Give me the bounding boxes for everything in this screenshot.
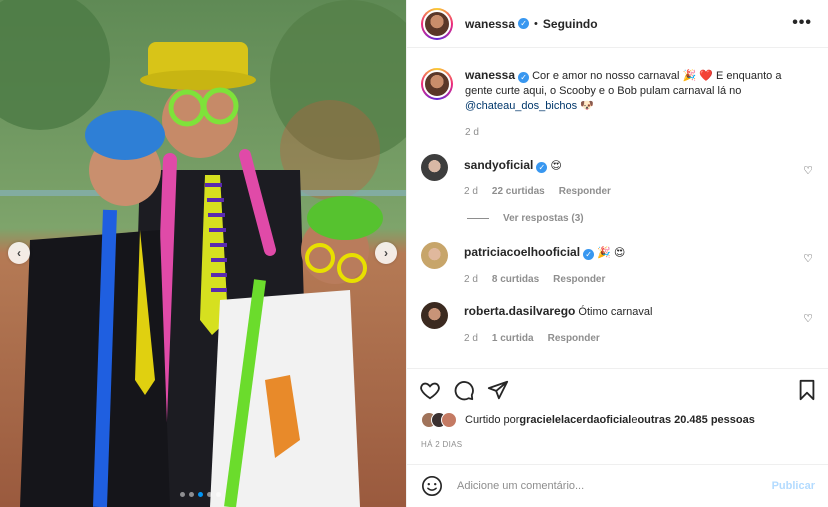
post-header: wanessa ✓ • Seguindo ••• bbox=[407, 0, 828, 48]
caption-avatar[interactable] bbox=[421, 68, 453, 100]
commenter-username[interactable]: patriciacoelhooficial bbox=[464, 245, 580, 259]
comment-likes[interactable]: 8 curtidas bbox=[492, 274, 539, 285]
comment-text: Ótimo carnaval bbox=[575, 306, 653, 318]
chevron-left-icon: ‹ bbox=[17, 246, 21, 260]
liked-by-user[interactable]: gracielelacerdaoficial bbox=[519, 414, 631, 426]
comment-like-heart-icon[interactable]: ♡ bbox=[803, 312, 813, 325]
more-options-icon[interactable]: ••• bbox=[792, 14, 812, 32]
bookmark-icon[interactable] bbox=[797, 379, 817, 401]
view-replies-label: Ver respostas (3) bbox=[503, 213, 584, 224]
add-comment-bar: Publicar bbox=[407, 464, 828, 507]
comment-text: 🎉 😍 bbox=[594, 247, 626, 259]
verified-icon: ✓ bbox=[518, 72, 530, 83]
view-replies-button[interactable]: Ver respostas (3) bbox=[467, 213, 815, 224]
caption-mention-link[interactable]: @chateau_dos_bichos bbox=[465, 100, 577, 112]
carousel-dot bbox=[207, 492, 212, 497]
comment-time[interactable]: 2 d bbox=[464, 186, 478, 197]
carousel-dots bbox=[180, 492, 221, 497]
follow-status-button[interactable]: Seguindo bbox=[543, 17, 598, 31]
heart-icon[interactable] bbox=[419, 379, 441, 401]
post-photo[interactable]: ‹ › bbox=[0, 0, 406, 507]
separator-dot: • bbox=[534, 17, 538, 30]
post-date[interactable]: HÁ 2 DIAS bbox=[421, 440, 462, 449]
comment-icon[interactable] bbox=[453, 379, 475, 401]
caption-time[interactable]: 2 d bbox=[465, 127, 479, 138]
post-details-panel: wanessa ✓ • Seguindo ••• wanessa ✓ Cor e … bbox=[406, 0, 828, 507]
liker-avatar[interactable] bbox=[441, 412, 457, 428]
liked-by-prefix: Curtido por bbox=[465, 414, 520, 426]
carousel-dot bbox=[189, 492, 194, 497]
commenter-avatar[interactable] bbox=[421, 242, 448, 269]
comment-item: roberta.dasilvarego Ótimo carnaval 2 d 1… bbox=[421, 302, 815, 344]
chevron-right-icon: › bbox=[384, 246, 388, 260]
liked-by-others[interactable]: outras 20.485 pessoas bbox=[637, 414, 754, 426]
share-icon[interactable] bbox=[487, 379, 509, 401]
replies-line bbox=[467, 218, 489, 219]
prev-photo-button[interactable]: ‹ bbox=[8, 242, 30, 264]
reply-button[interactable]: Responder bbox=[553, 274, 605, 285]
comment-like-heart-icon[interactable]: ♡ bbox=[803, 252, 813, 265]
commenter-avatar[interactable] bbox=[421, 154, 448, 181]
comment-time[interactable]: 2 d bbox=[464, 333, 478, 344]
reply-button[interactable]: Responder bbox=[559, 186, 611, 197]
author-username[interactable]: wanessa bbox=[465, 17, 515, 31]
caption: wanessa ✓ Cor e amor no nosso carnaval 🎉 … bbox=[421, 68, 815, 138]
liked-by: Curtido por gracielelacerdaoficial e out… bbox=[421, 412, 755, 428]
liker-avatars bbox=[421, 412, 457, 428]
comments-list: wanessa ✓ Cor e amor no nosso carnaval 🎉 … bbox=[407, 56, 828, 364]
comment-like-heart-icon[interactable]: ♡ bbox=[803, 164, 813, 177]
reply-button[interactable]: Responder bbox=[548, 333, 600, 344]
comment-likes[interactable]: 1 curtida bbox=[492, 333, 534, 344]
comment-input[interactable] bbox=[457, 480, 772, 492]
verified-icon: ✓ bbox=[583, 249, 595, 260]
post-actions bbox=[407, 368, 828, 408]
author-avatar[interactable] bbox=[421, 7, 453, 40]
verified-icon: ✓ bbox=[518, 18, 530, 29]
carousel-dot-active bbox=[198, 492, 203, 497]
carousel-dot bbox=[216, 492, 221, 497]
carousel-dot bbox=[180, 492, 185, 497]
commenter-username[interactable]: sandyoficial bbox=[464, 158, 533, 172]
emoji-icon[interactable] bbox=[421, 475, 443, 497]
commenter-username[interactable]: roberta.dasilvarego bbox=[464, 304, 575, 318]
publish-button[interactable]: Publicar bbox=[772, 480, 815, 492]
next-photo-button[interactable]: › bbox=[375, 242, 397, 264]
caption-author[interactable]: wanessa bbox=[465, 68, 515, 82]
comment-time[interactable]: 2 d bbox=[464, 274, 478, 285]
commenter-avatar[interactable] bbox=[421, 302, 448, 329]
comment-item: sandyoficial ✓ 😍 2 d 22 curtidas Responde… bbox=[421, 154, 815, 197]
comment-item: patriciacoelhooficial ✓ 🎉 😍 2 d 8 curtida… bbox=[421, 242, 815, 285]
comment-text: 😍 bbox=[547, 160, 562, 172]
verified-icon: ✓ bbox=[536, 162, 548, 173]
caption-text-end: 🐶 bbox=[577, 100, 594, 112]
comment-likes[interactable]: 22 curtidas bbox=[492, 186, 545, 197]
